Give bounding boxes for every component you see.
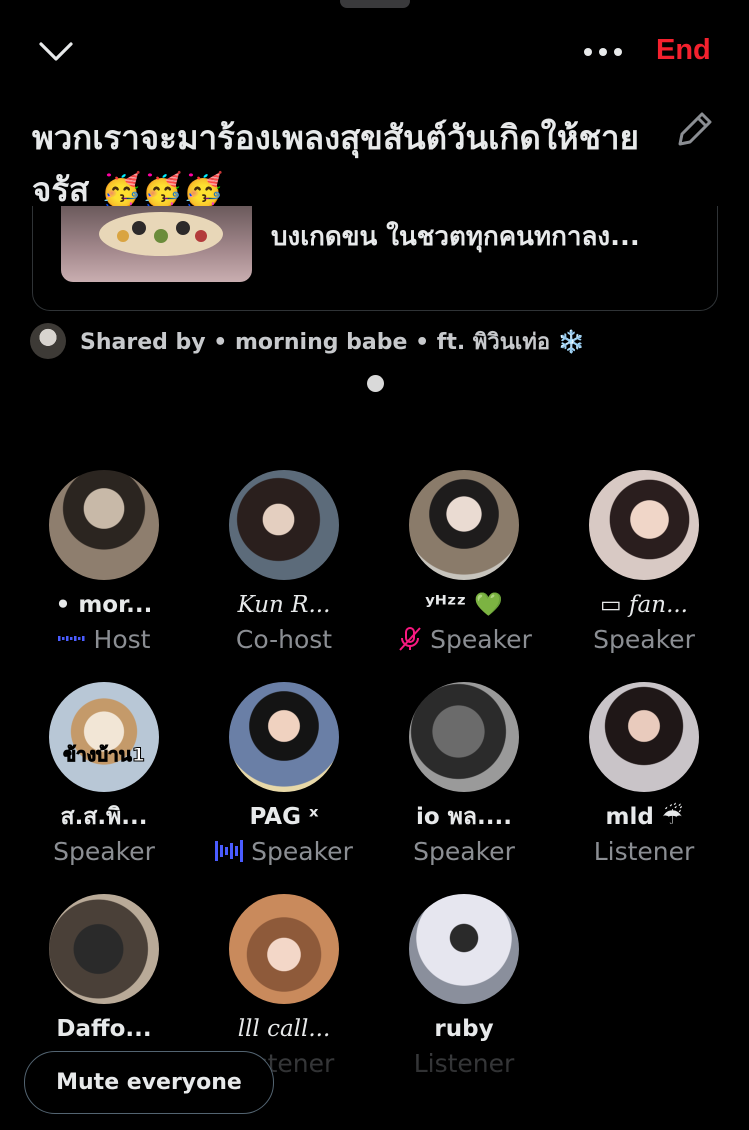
participant-card[interactable]: • mor... Host xyxy=(14,470,194,656)
participant-card[interactable]: mld ☔ Listener xyxy=(554,682,734,868)
participant-role-label: Listener xyxy=(593,836,695,866)
speaking-dots-icon xyxy=(57,636,85,641)
participant-avatar: ข้างบ้าน1 xyxy=(49,682,159,792)
participant-name: • mor... xyxy=(55,592,153,618)
more-options-button[interactable] xyxy=(580,34,626,70)
participant-name: ▭ fan... xyxy=(599,592,688,618)
participant-role: Speaker xyxy=(374,622,554,656)
more-dots-icon xyxy=(584,48,622,56)
participant-name: ʸᴴᶻᶻ 💚 xyxy=(425,592,503,618)
shared-tweet-thumbnail xyxy=(61,206,252,282)
participant-role: Speaker xyxy=(14,834,194,868)
edit-title-button[interactable] xyxy=(672,106,718,152)
participant-name: ส.ส.พิ... xyxy=(60,804,148,830)
participant-avatar xyxy=(589,682,699,792)
mic-muted-icon xyxy=(399,627,421,651)
participant-role-label: Co-host xyxy=(235,624,333,654)
participant-avatar xyxy=(409,682,519,792)
participant-role: Co-host xyxy=(194,622,374,656)
participant-role-label: Speaker xyxy=(430,624,532,654)
participant-avatar xyxy=(49,894,159,1004)
participant-role-label: Speaker xyxy=(53,836,155,866)
participant-name: ruby xyxy=(434,1016,494,1042)
shared-tweet-text: บงเกดขน ในชวตทุกคนทกาลง... xyxy=(271,222,640,252)
shared-by-text: Shared by • morning babe • ft. พิวินเท่อ… xyxy=(80,329,586,355)
participant-avatar xyxy=(589,470,699,580)
page-indicator-dot xyxy=(367,375,384,392)
sharer-avatar xyxy=(30,323,66,359)
participant-card[interactable]: ʸᴴᶻᶻ 💚 Speaker xyxy=(374,470,554,656)
shared-by-row[interactable]: Shared by • morning babe • ft. พิวินเท่อ… xyxy=(30,322,585,360)
chevron-down-icon xyxy=(39,42,73,61)
participant-card[interactable]: Kun R... Co-host xyxy=(194,470,374,656)
end-space-button[interactable]: End xyxy=(656,34,711,67)
participant-name: io พล.... xyxy=(416,804,512,830)
cake-image xyxy=(99,212,223,256)
participant-role-label: Speaker xyxy=(413,836,515,866)
participant-avatar xyxy=(409,894,519,1004)
space-title: พวกเราจะมาร้องเพลงสุขสันต์วันเกิดให้ชายจ… xyxy=(32,118,639,209)
participant-role-label: Speaker xyxy=(251,836,353,866)
participant-card[interactable]: PAG ˣ Speaker xyxy=(194,682,374,868)
collapse-button[interactable] xyxy=(34,32,78,72)
participant-name: PAG ˣ xyxy=(249,804,319,830)
sheet-grabber[interactable] xyxy=(340,0,410,8)
participant-name: Daffo... xyxy=(56,1016,152,1042)
participant-role: Speaker xyxy=(374,834,554,868)
participant-card[interactable]: ข้างบ้าน1 ส.ส.พิ... Speaker xyxy=(14,682,194,868)
participant-role-label: Host xyxy=(93,624,151,654)
participant-avatar xyxy=(229,470,339,580)
participant-avatar xyxy=(229,682,339,792)
participant-avatar xyxy=(409,470,519,580)
shared-tweet-card[interactable]: บงเกดขน ในชวตทุกคนทกาลง... xyxy=(32,206,718,311)
avatar-caption: ข้างบ้าน1 xyxy=(63,744,146,767)
participant-card[interactable]: io พล.... Speaker xyxy=(374,682,554,868)
participant-role-label: Speaker xyxy=(593,624,695,654)
audio-bars-icon xyxy=(215,840,244,862)
participant-role: Speaker xyxy=(194,834,374,868)
participant-name: mld ☔ xyxy=(605,804,683,830)
participant-role: Host xyxy=(14,622,194,656)
participant-card[interactable]: ▭ fan... Speaker xyxy=(554,470,734,656)
participant-role: Speaker xyxy=(554,622,734,656)
participant-avatar xyxy=(49,470,159,580)
pencil-icon xyxy=(678,112,712,146)
participant-avatar xyxy=(229,894,339,1004)
participant-name: Kun R... xyxy=(237,592,331,618)
participant-name: lll call... xyxy=(237,1016,331,1042)
mute-everyone-button[interactable]: Mute everyone xyxy=(24,1051,274,1114)
participant-role: Listener xyxy=(554,834,734,868)
space-sheet: End พวกเราจะมาร้องเพลงสุขสันต์วันเกิดให้… xyxy=(0,0,749,1130)
